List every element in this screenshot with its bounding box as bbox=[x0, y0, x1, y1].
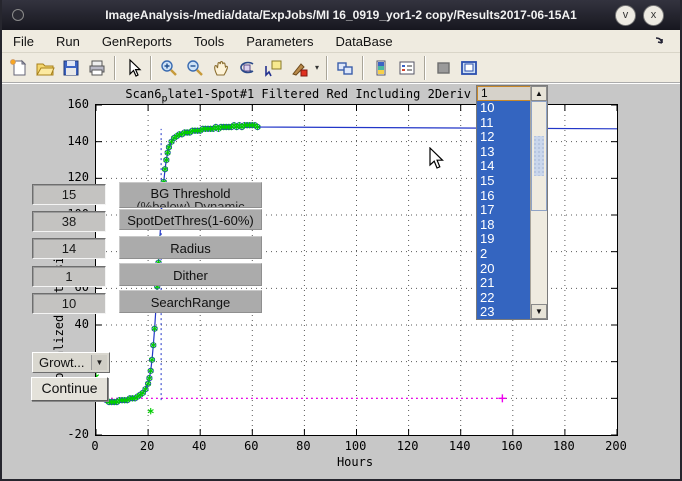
x-axis-label: Hours bbox=[295, 455, 415, 469]
x-tick-label: 180 bbox=[544, 439, 584, 453]
toolbar-separator bbox=[424, 56, 426, 80]
radius-field[interactable]: 14 bbox=[32, 238, 106, 259]
x-tick-label: 140 bbox=[440, 439, 480, 453]
toolbar-separator bbox=[114, 56, 116, 80]
dock-figure-icon[interactable] bbox=[654, 34, 666, 52]
open-folder-icon[interactable] bbox=[32, 55, 58, 81]
x-tick-label: 80 bbox=[283, 439, 323, 453]
chevron-down-icon[interactable]: ▼ bbox=[91, 355, 107, 370]
toolbar-separator bbox=[150, 56, 152, 80]
hide-plot-tools-icon[interactable] bbox=[430, 55, 456, 81]
window-title: ImageAnalysis-/media/data/ExpJobs/MI 16_… bbox=[2, 8, 680, 22]
toolbar-separator bbox=[326, 56, 328, 80]
rotate-3d-icon[interactable] bbox=[234, 55, 260, 81]
menu-run[interactable]: Run bbox=[45, 31, 91, 52]
brush-dropdown-icon[interactable]: ▾ bbox=[312, 55, 322, 81]
growth-dropdown[interactable]: Growt... ▼ bbox=[32, 352, 110, 373]
listbox-scrollbar[interactable]: ▲ ▼ bbox=[530, 86, 547, 319]
zoom-out-icon[interactable] bbox=[182, 55, 208, 81]
x-tick-label: 0 bbox=[75, 439, 115, 453]
x-tick-label: 160 bbox=[492, 439, 532, 453]
y-tick-label: 140 bbox=[51, 134, 89, 148]
new-document-icon[interactable] bbox=[6, 55, 32, 81]
x-tick-label: 200 bbox=[596, 439, 636, 453]
y-tick-label: 120 bbox=[51, 170, 89, 184]
titlebar: ImageAnalysis-/media/data/ExpJobs/MI 16_… bbox=[2, 0, 680, 30]
x-tick-label: 100 bbox=[336, 439, 376, 453]
bg-threshold-button[interactable]: BG Threshold (%below) Dynamic bbox=[119, 182, 262, 208]
searchrange-field[interactable]: 10 bbox=[32, 293, 106, 314]
colormap-icon[interactable] bbox=[368, 55, 394, 81]
scrollbar-thumb[interactable] bbox=[531, 101, 547, 211]
data-marker-star bbox=[148, 408, 154, 414]
data-cursor-icon[interactable] bbox=[260, 55, 286, 81]
x-tick-label: 20 bbox=[127, 439, 167, 453]
continue-button[interactable]: Continue bbox=[31, 377, 108, 401]
zoom-in-icon[interactable] bbox=[156, 55, 182, 81]
mouse-cursor-icon bbox=[429, 147, 447, 176]
spot-number-listbox[interactable]: 1 10111213141516171819220212223 ▲ ▼ bbox=[476, 85, 548, 320]
toolbar: ▾ bbox=[2, 53, 680, 84]
link-plot-icon[interactable] bbox=[332, 55, 358, 81]
x-tick-label: 120 bbox=[388, 439, 428, 453]
legend-icon[interactable] bbox=[394, 55, 420, 81]
menubar: File Run GenReports Tools Parameters Dat… bbox=[2, 30, 680, 53]
scroll-up-icon[interactable]: ▲ bbox=[531, 86, 547, 101]
print-icon[interactable] bbox=[84, 55, 110, 81]
menu-database[interactable]: DataBase bbox=[324, 31, 403, 52]
y-tick-label: 40 bbox=[51, 317, 89, 331]
x-tick-label: 60 bbox=[231, 439, 271, 453]
searchrange-button[interactable]: SearchRange bbox=[119, 290, 262, 313]
bg-threshold-field[interactable]: 15 bbox=[32, 184, 106, 205]
figure-area: Scan6plate1-Spot#1 Filtered Red Includin… bbox=[2, 85, 680, 479]
rollup-button[interactable]: v bbox=[615, 5, 636, 26]
radius-button[interactable]: Radius bbox=[119, 236, 262, 259]
dither-button[interactable]: Dither bbox=[119, 263, 262, 286]
pan-hand-icon[interactable] bbox=[208, 55, 234, 81]
app-window: ImageAnalysis-/media/data/ExpJobs/MI 16_… bbox=[0, 0, 682, 481]
toolbar-separator bbox=[362, 56, 364, 80]
scroll-down-icon[interactable]: ▼ bbox=[531, 304, 547, 319]
dither-field[interactable]: 1 bbox=[32, 266, 106, 287]
spotdetthres-field[interactable]: 38 bbox=[32, 211, 106, 232]
y-tick-label: -20 bbox=[51, 427, 89, 441]
spotdetthres-button[interactable]: SpotDetThres(1-60%) bbox=[119, 209, 262, 230]
window-menu-icon[interactable] bbox=[12, 9, 24, 21]
save-icon[interactable] bbox=[58, 55, 84, 81]
menu-genreports[interactable]: GenReports bbox=[91, 31, 183, 52]
menu-parameters[interactable]: Parameters bbox=[235, 31, 324, 52]
brush-icon[interactable] bbox=[286, 55, 312, 81]
bg-threshold-sublabel: (%below) Dynamic bbox=[120, 200, 261, 208]
menu-file[interactable]: File bbox=[2, 31, 45, 52]
show-plot-tools-icon[interactable] bbox=[456, 55, 482, 81]
growth-dropdown-label: Growt... bbox=[39, 355, 85, 370]
pointer-icon[interactable] bbox=[120, 55, 146, 81]
menu-tools[interactable]: Tools bbox=[183, 31, 235, 52]
y-tick-label: 160 bbox=[51, 97, 89, 111]
x-tick-label: 40 bbox=[179, 439, 219, 453]
close-button[interactable]: x bbox=[643, 5, 664, 26]
